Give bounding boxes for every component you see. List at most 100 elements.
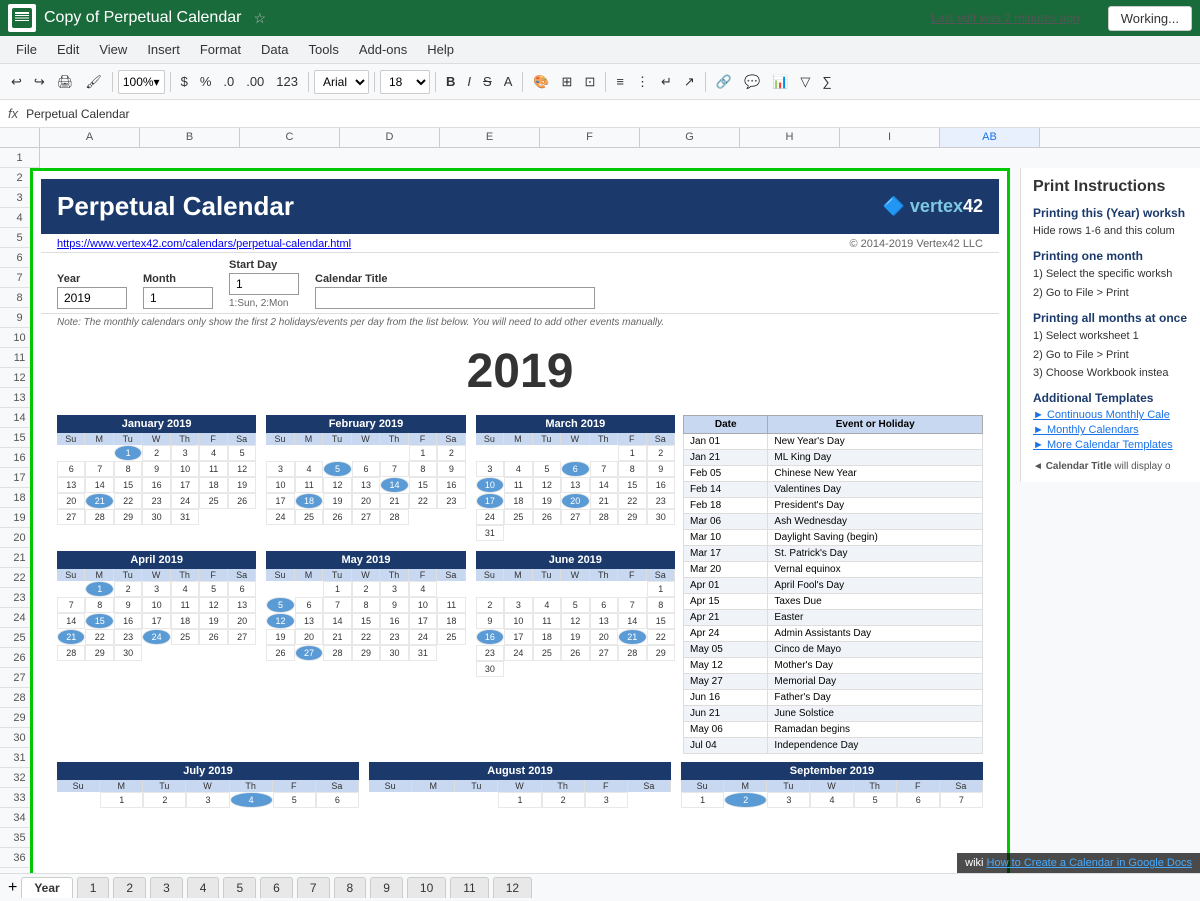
sheet-tab-7[interactable]: 7 <box>297 877 330 898</box>
filter-button[interactable]: ▽ <box>795 71 815 93</box>
menu-tools[interactable]: Tools <box>300 40 346 59</box>
sheet-tab-8[interactable]: 8 <box>334 877 367 898</box>
borders-button[interactable]: ⊞ <box>557 71 578 93</box>
sheet-tab-1[interactable]: 1 <box>77 877 110 898</box>
working-button[interactable]: Working... <box>1108 6 1192 31</box>
col-header-ab[interactable]: AB <box>940 128 1040 147</box>
col-header-e[interactable]: E <box>440 128 540 147</box>
percent-button[interactable]: % <box>195 71 217 92</box>
decimal-dec-button[interactable]: .0 <box>218 71 239 92</box>
add-sheet-button[interactable]: + <box>8 879 17 897</box>
holiday-row: Apr 21Easter <box>684 610 983 626</box>
day-header: F <box>618 569 646 581</box>
holiday-date: Jan 01 <box>684 434 768 450</box>
holiday-event: Ash Wednesday <box>768 514 983 530</box>
day-header: Sa <box>437 569 465 581</box>
menu-help[interactable]: Help <box>419 40 462 59</box>
col-header-g[interactable]: G <box>640 128 740 147</box>
bold-button[interactable]: B <box>441 71 460 92</box>
month-title: June 2019 <box>476 551 675 569</box>
sheet-tab-11[interactable]: 11 <box>450 877 488 898</box>
align-center-button[interactable]: ⋮ <box>631 71 654 93</box>
zoom-selector[interactable]: 100% ▾ <box>118 70 165 94</box>
cal-url[interactable]: https://www.vertex42.com/calendars/perpe… <box>57 238 351 250</box>
sheet-tab-12[interactable]: 12 <box>493 877 532 898</box>
holiday-event: Easter <box>768 610 983 626</box>
align-left-button[interactable]: ≡ <box>611 71 629 92</box>
currency-button[interactable]: $ <box>176 71 193 92</box>
monthly-calendars-link[interactable]: ► Monthly Calendars <box>1033 424 1198 436</box>
app-icon <box>8 4 36 32</box>
day-cell: 14 <box>590 477 618 493</box>
print-button[interactable]: 🖨 <box>52 71 79 93</box>
menu-file[interactable]: File <box>8 40 45 59</box>
sheet-tab-2[interactable]: 2 <box>113 877 146 898</box>
sheet-tab-3[interactable]: 3 <box>150 877 183 898</box>
day-cell: 28 <box>57 645 85 661</box>
star-icon[interactable]: ☆ <box>253 10 266 27</box>
day-cell: 18 <box>171 613 199 629</box>
sheet-tab-10[interactable]: 10 <box>407 877 446 898</box>
day-cell: 29 <box>85 645 113 661</box>
fill-color-button[interactable]: 🎨 <box>528 71 554 93</box>
comment-button[interactable]: 💬 <box>739 71 765 93</box>
day-cell: 15 <box>618 477 646 493</box>
menu-format[interactable]: Format <box>192 40 249 59</box>
merge-button[interactable]: ⊡ <box>579 71 600 93</box>
continuous-link[interactable]: ► Continuous Monthly Cale <box>1033 409 1198 421</box>
col-header-h[interactable]: H <box>740 128 840 147</box>
redo-button[interactable]: ↪ <box>29 71 50 93</box>
col-header-a[interactable]: A <box>40 128 140 147</box>
holiday-row: May 12Mother's Day <box>684 658 983 674</box>
day-cell: 13 <box>590 613 618 629</box>
rotate-button[interactable]: ↗ <box>679 71 700 93</box>
day-cell: 8 <box>85 597 113 613</box>
year-input[interactable] <box>57 287 127 309</box>
day-cell <box>504 581 532 597</box>
italic-button[interactable]: I <box>462 71 476 92</box>
font-size-selector[interactable]: 18 <box>380 70 430 94</box>
day-cell: 26 <box>266 645 294 661</box>
day-cell <box>412 792 455 808</box>
col-header-d[interactable]: D <box>340 128 440 147</box>
day-cell <box>369 808 412 822</box>
cal-logo: 🔷 vertex42 <box>883 196 984 217</box>
font-selector[interactable]: Arial <box>314 70 369 94</box>
menu-edit[interactable]: Edit <box>49 40 87 59</box>
undo-button[interactable]: ↩ <box>6 71 27 93</box>
strikethrough-button[interactable]: S <box>478 71 497 92</box>
wrap-button[interactable]: ↵ <box>656 71 677 93</box>
function-button[interactable]: ∑ <box>817 71 836 92</box>
menu-addons[interactable]: Add-ons <box>351 40 415 59</box>
caltitle-input[interactable] <box>315 287 595 309</box>
chart-button[interactable]: 📊 <box>767 71 793 93</box>
more-templates-link[interactable]: ► More Calendar Templates <box>1033 439 1198 451</box>
paint-format-button[interactable]: 🖌 <box>80 71 107 93</box>
col-header-c[interactable]: C <box>240 128 340 147</box>
sheet-tab-6[interactable]: 6 <box>260 877 293 898</box>
month-label: Month <box>143 273 213 285</box>
caltitle-label: Calendar Title <box>315 273 595 285</box>
footer-link[interactable]: How to Create a Calendar in Google Docs <box>987 857 1192 869</box>
sheet-tab-9[interactable]: 9 <box>370 877 403 898</box>
col-header-f[interactable]: F <box>540 128 640 147</box>
startday-input[interactable] <box>229 273 299 295</box>
holiday-event: ML King Day <box>768 450 983 466</box>
day-header: W <box>561 569 589 581</box>
col-header-b[interactable]: B <box>140 128 240 147</box>
sheet-tab-4[interactable]: 4 <box>187 877 220 898</box>
link-button[interactable]: 🔗 <box>711 71 737 93</box>
col-header-i[interactable]: I <box>840 128 940 147</box>
decimal-inc-button[interactable]: .00 <box>241 71 269 92</box>
number-format-button[interactable]: 123 <box>271 71 303 92</box>
sheet-tab-year[interactable]: Year <box>21 877 72 898</box>
day-cell: 21 <box>57 629 85 645</box>
month-input[interactable] <box>143 287 213 309</box>
menu-view[interactable]: View <box>91 40 135 59</box>
sheet-tab-5[interactable]: 5 <box>223 877 256 898</box>
holiday-date: May 05 <box>684 642 768 658</box>
text-color-button[interactable]: A <box>499 71 518 92</box>
menu-data[interactable]: Data <box>253 40 296 59</box>
day-cell: 1 <box>85 581 113 597</box>
menu-insert[interactable]: Insert <box>139 40 188 59</box>
